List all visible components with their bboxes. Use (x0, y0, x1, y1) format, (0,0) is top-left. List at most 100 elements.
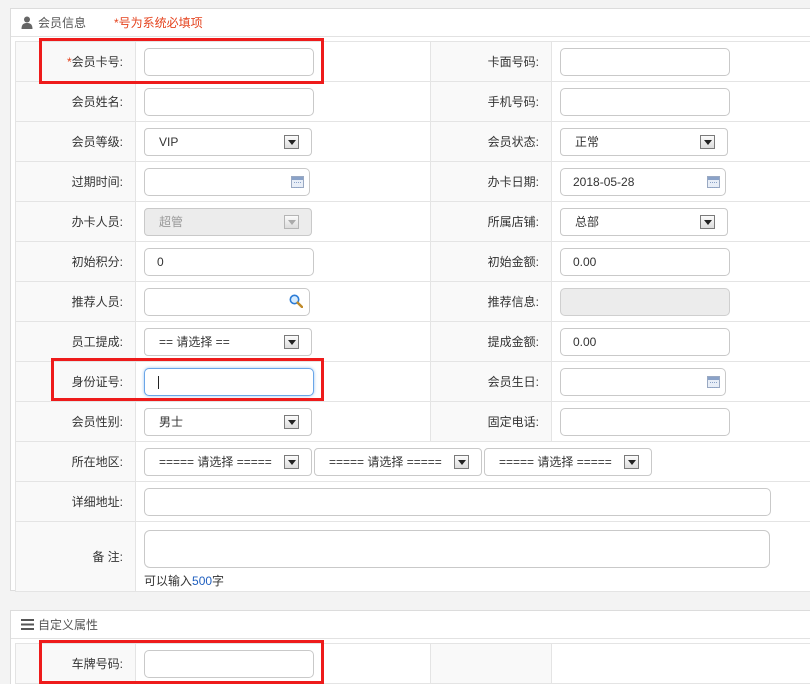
face-no-input[interactable] (560, 47, 730, 76)
open-date-input[interactable]: 2018-05-28 (560, 167, 726, 196)
store-value: 总部 (575, 214, 600, 229)
level-select[interactable]: VIP (144, 127, 312, 156)
expire-label: 过期时间: (15, 161, 136, 202)
member-info-header: 会员信息 *号为系统必填项 (11, 9, 810, 37)
form-row: 车牌号码: (15, 643, 810, 684)
init-amount-input[interactable]: 0.00 (560, 247, 730, 276)
custom-attributes-header: 自定义属性 (11, 611, 810, 639)
province-select[interactable]: ===== 请选择 ===== (144, 447, 312, 476)
dropdown-arrow-icon (284, 334, 299, 349)
form-row: 详细地址: (15, 481, 810, 522)
dropdown-arrow-icon (454, 454, 469, 469)
section-title: 自定义属性 (38, 618, 99, 632)
init-points-input[interactable]: 0 (144, 247, 314, 276)
member-form-table: *会员卡号: 卡面号码: 会员姓名: 手机号码: 会员等级: VIP 会员状态:… (15, 41, 810, 592)
hint-count: 500 (192, 574, 213, 588)
remark-textarea[interactable] (144, 530, 770, 568)
form-row: 会员性别: 男士 固定电话: (15, 401, 810, 442)
birthday-input[interactable] (560, 367, 726, 396)
address-input[interactable] (144, 487, 771, 516)
remark-hint: 可以输入500字 (144, 572, 810, 589)
name-label: 会员姓名: (15, 81, 136, 122)
status-select[interactable]: 正常 (560, 127, 728, 156)
expire-date-input[interactable] (144, 167, 310, 196)
dropdown-arrow-icon (700, 214, 715, 229)
open-date-value: 2018-05-28 (573, 174, 635, 189)
form-row: 会员姓名: 手机号码: (15, 81, 810, 122)
phone-input[interactable] (560, 87, 730, 116)
landline-input[interactable] (560, 407, 730, 436)
commission-staff-select[interactable]: == 请选择 == (144, 327, 312, 356)
member-info-panel: 会员信息 *号为系统必填项 *会员卡号: 卡面号码: 会员姓名: 手机号码: 会… (10, 8, 810, 592)
operator-label: 办卡人员: (15, 201, 136, 242)
hint-suffix: 字 (212, 574, 225, 588)
referrer-input[interactable] (144, 287, 310, 316)
phone-label: 手机号码: (430, 81, 552, 122)
province-value: ===== 请选择 ===== (159, 454, 272, 469)
init-amount-label: 初始金额: (430, 241, 552, 282)
level-label: 会员等级: (15, 121, 136, 162)
init-points-label: 初始积分: (15, 241, 136, 282)
calendar-icon[interactable] (707, 175, 720, 188)
level-value: VIP (159, 134, 179, 149)
referrer-info-label: 推荐信息: (430, 281, 552, 322)
city-value: ===== 请选择 ===== (329, 454, 442, 469)
section-title: 会员信息 (38, 16, 87, 30)
form-row: 推荐人员: 推荐信息: (15, 281, 810, 322)
hint-prefix: 可以输入 (144, 574, 193, 588)
gender-value: 男士 (159, 414, 184, 429)
search-icon[interactable] (289, 294, 303, 308)
form-row: 初始积分: 0 初始金额: 0.00 (15, 241, 810, 282)
store-label: 所属店铺: (430, 201, 552, 242)
gender-select[interactable]: 男士 (144, 407, 312, 436)
card-no-input[interactable] (144, 47, 314, 76)
list-icon (20, 618, 34, 632)
district-select[interactable]: ===== 请选择 ===== (484, 447, 652, 476)
referrer-label: 推荐人员: (15, 281, 136, 322)
form-row: 身份证号: 会员生日: (15, 361, 810, 402)
calendar-icon[interactable] (707, 375, 720, 388)
dropdown-arrow-icon (624, 454, 639, 469)
form-row: 过期时间: 办卡日期: 2018-05-28 (15, 161, 810, 202)
form-row: 员工提成: == 请选择 == 提成金额: 0.00 (15, 321, 810, 362)
plate-input[interactable] (144, 649, 314, 678)
form-row: 会员等级: VIP 会员状态: 正常 (15, 121, 810, 162)
custom-attributes-panel: 自定义属性 车牌号码: (10, 610, 810, 684)
form-row: *会员卡号: 卡面号码: (15, 41, 810, 82)
gender-label: 会员性别: (15, 401, 136, 442)
city-select[interactable]: ===== 请选择 ===== (314, 447, 482, 476)
dropdown-arrow-icon (284, 414, 299, 429)
commission-staff-label: 员工提成: (15, 321, 136, 362)
address-label: 详细地址: (15, 481, 136, 522)
status-value: 正常 (575, 134, 600, 149)
operator-value: 超管 (159, 214, 184, 229)
plate-label: 车牌号码: (15, 643, 136, 684)
face-no-label: 卡面号码: (430, 41, 552, 82)
text-cursor (158, 375, 159, 389)
landline-label: 固定电话: (430, 401, 552, 442)
commission-staff-value: == 请选择 == (159, 334, 230, 349)
form-row: 所在地区: ===== 请选择 ===== ===== 请选择 ===== ====… (15, 441, 810, 482)
id-card-input[interactable] (144, 367, 314, 396)
custom-form-table: 车牌号码: (15, 643, 810, 684)
card-no-label: 会员卡号: (71, 55, 123, 69)
name-input[interactable] (144, 87, 314, 116)
required-note: *号为系统必填项 (114, 16, 203, 30)
district-value: ===== 请选择 ===== (499, 454, 612, 469)
dropdown-arrow-icon (284, 134, 299, 149)
open-date-label: 办卡日期: (430, 161, 552, 202)
status-label: 会员状态: (430, 121, 552, 162)
user-icon (20, 16, 34, 30)
dropdown-arrow-icon (700, 134, 715, 149)
region-label: 所在地区: (15, 441, 136, 482)
form-row: 备 注: 可以输入500字 (15, 521, 810, 592)
commission-amount-input[interactable]: 0.00 (560, 327, 730, 356)
referrer-info-input (560, 287, 730, 316)
dropdown-arrow-icon (284, 214, 299, 229)
remark-label: 备 注: (15, 521, 136, 592)
commission-amount-label: 提成金额: (430, 321, 552, 362)
operator-select: 超管 (144, 207, 312, 236)
store-select[interactable]: 总部 (560, 207, 728, 236)
form-row: 办卡人员: 超管 所属店铺: 总部 (15, 201, 810, 242)
calendar-icon[interactable] (291, 175, 304, 188)
